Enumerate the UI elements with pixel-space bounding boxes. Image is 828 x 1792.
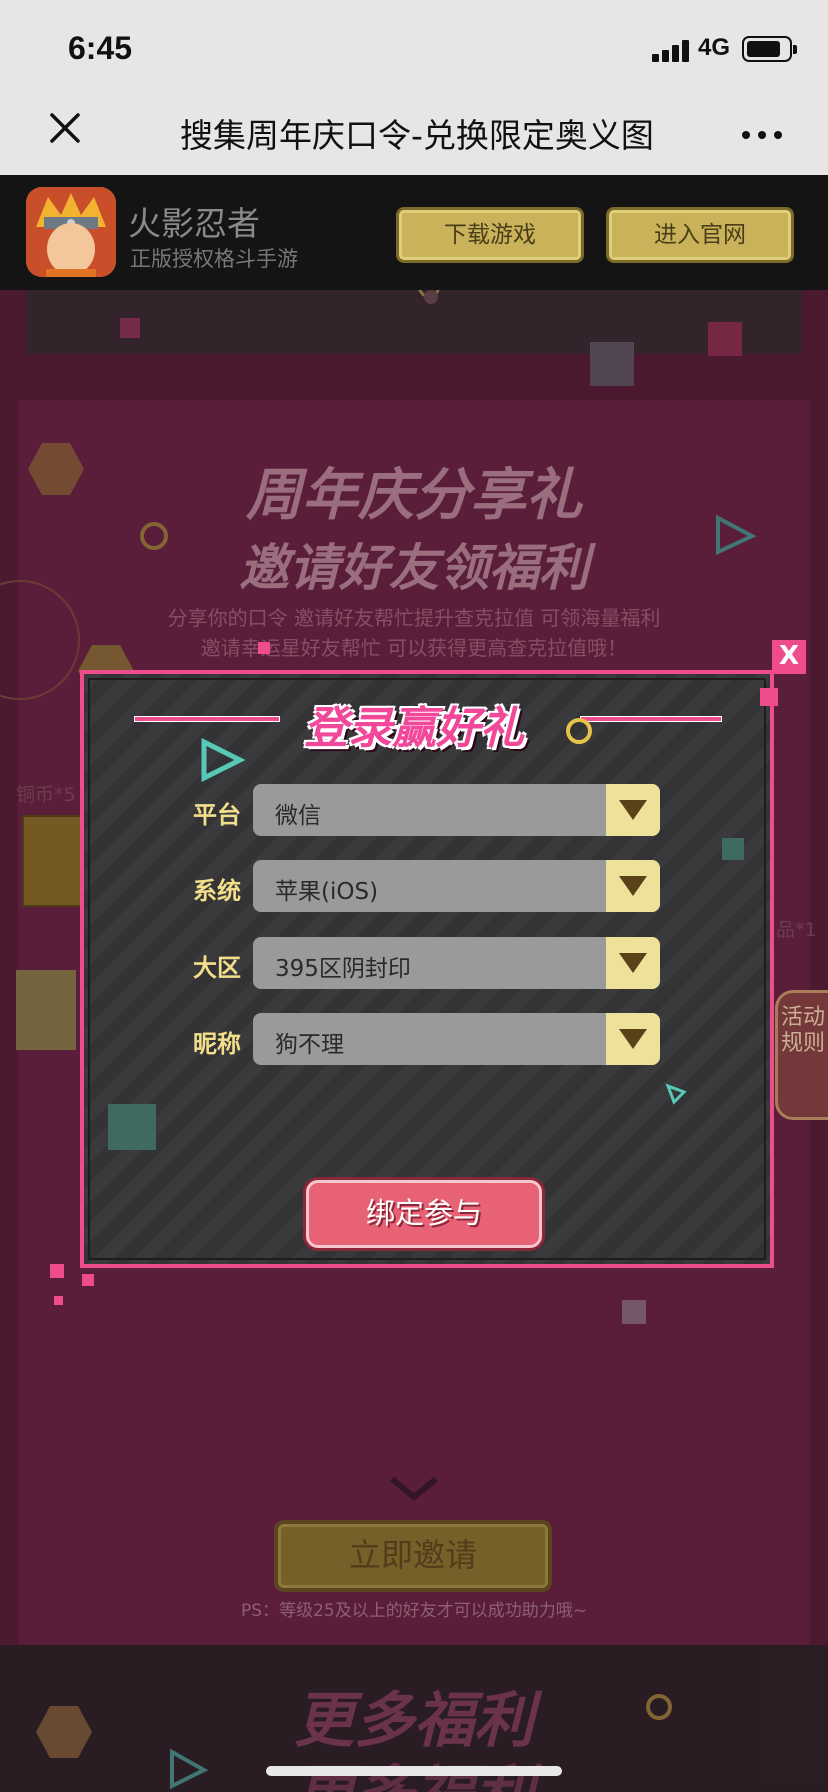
dropdown-arrow-icon[interactable] [606,784,660,836]
dropdown-arrow-icon[interactable] [606,937,660,989]
system-select[interactable]: 苹果(iOS) [253,860,660,912]
ring-decoration [566,718,592,744]
app-banner: 火影忍者 正版授权格斗手游 下载游戏 进入官网 [0,175,828,290]
close-icon[interactable] [46,109,84,147]
nickname-label: 昵称 [193,1030,241,1058]
pixel-square [54,1296,63,1305]
system-value: 苹果(iOS) [275,879,379,905]
triangle-decoration [201,738,246,782]
network-type: 4G [698,34,731,61]
triangle-decoration [665,1083,687,1105]
pixel-square [258,642,270,654]
modal-close-button[interactable]: X [772,640,806,674]
app-description: 正版授权格斗手游 [130,247,298,271]
battery-icon [742,36,797,62]
dropdown-arrow-icon[interactable] [606,860,660,912]
status-time: 6:45 [68,30,133,66]
app-name: 火影忍者 [128,204,260,243]
bind-participate-button[interactable]: 绑定参与 [306,1180,542,1248]
home-indicator [266,1766,562,1776]
status-bar: 6:45 4G [0,0,828,95]
nickname-value: 狗不理 [275,1032,344,1058]
page-title: 搜集周年庆口令-兑换限定奥义图 [180,116,654,155]
more-icon[interactable] [742,131,786,141]
pixel-square [50,1264,64,1278]
nav-bar: 搜集周年庆口令-兑换限定奥义图 [0,95,828,175]
nickname-select[interactable]: 狗不理 [253,1013,660,1065]
download-game-button[interactable]: 下载游戏 [396,207,584,263]
signal-icon [652,38,692,62]
pixel-square [82,1274,94,1286]
pixel-square [108,1104,156,1150]
platform-value: 微信 [275,803,321,829]
system-label: 系统 [193,877,241,905]
server-select[interactable]: 395区阴封印 [253,937,660,989]
platform-select[interactable]: 微信 [253,784,660,836]
server-value: 395区阴封印 [275,956,411,982]
official-site-button[interactable]: 进入官网 [606,207,794,263]
dropdown-arrow-icon[interactable] [606,1013,660,1065]
modal-title: 登录赢好礼 [304,703,524,754]
pixel-square [722,838,744,860]
platform-label: 平台 [193,801,241,829]
server-label: 大区 [193,954,241,982]
app-logo [26,187,116,277]
